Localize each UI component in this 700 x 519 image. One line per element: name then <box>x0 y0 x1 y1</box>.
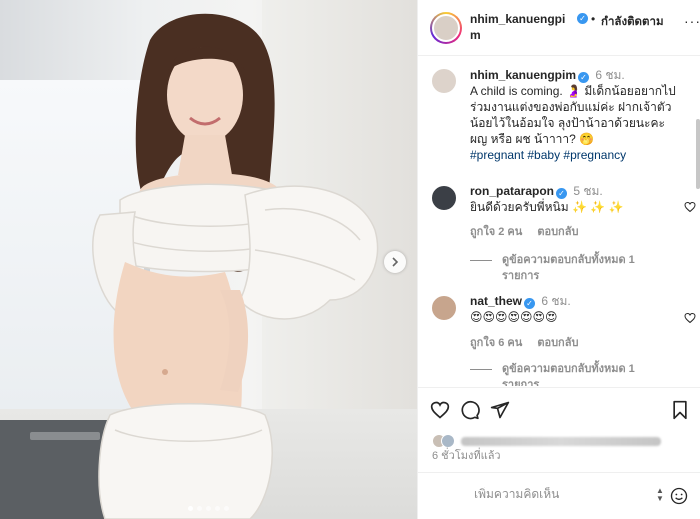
more-options-icon[interactable]: ··· <box>684 13 700 29</box>
comment: nat_thew ✓ 6 ชม. 😍😍😍😍😍😍😍 <box>470 293 680 325</box>
comment-avatar[interactable] <box>430 184 458 212</box>
post-header: nhim_kanuengpim ✓ • กำลังติดตาม ··· <box>418 0 700 56</box>
add-comment-bar: ▲▼ <box>418 472 700 519</box>
view-replies-button[interactable]: ดูข้อความตอบกลับทั้งหมด 1 รายการ <box>470 252 670 284</box>
comment-meta: ถูกใจ 6 คน ตอบกลับ <box>470 333 590 351</box>
comment-likes[interactable]: ถูกใจ 6 คน <box>470 337 522 349</box>
carousel-dots <box>0 506 417 511</box>
post-media[interactable] <box>0 0 417 519</box>
post-dialog: nhim_kanuengpim ✓ • กำลังติดตาม ··· nhim… <box>0 0 700 519</box>
liked-by-text <box>461 436 661 446</box>
caption-time: 6 ชม. <box>595 68 625 82</box>
verified-icon: ✓ <box>556 188 568 199</box>
caption: nhim_kanuengpim ✓ 6 ชม. A child is coming… <box>470 67 680 163</box>
carousel-next-button[interactable] <box>384 251 406 273</box>
post-timestamp[interactable]: 6 ชั่วโมงที่แล้ว <box>432 446 501 464</box>
emoji-icon[interactable] <box>670 487 688 505</box>
comment-text: ยินดีด้วยครับพี่หนิม ✨ ✨ ✨ <box>470 200 624 214</box>
chevron-right-icon <box>392 257 399 267</box>
bookmark-icon[interactable] <box>670 400 690 420</box>
reply-button[interactable]: ตอบกลับ <box>537 226 578 238</box>
caption-avatar[interactable] <box>430 67 458 95</box>
separator-dot: • <box>591 12 596 26</box>
caption-hashtags[interactable]: #pregnant #baby #pregnancy <box>470 148 626 162</box>
heart-icon[interactable] <box>684 312 696 324</box>
comment-text: 😍😍😍😍😍😍😍 <box>470 310 558 324</box>
post-photo <box>92 13 379 519</box>
emoji-picker-toggle[interactable]: ▲ ▼ <box>654 487 666 505</box>
heart-icon[interactable] <box>684 201 696 213</box>
comment-time: 5 ชม. <box>573 184 603 198</box>
verified-icon: ✓ <box>524 298 536 309</box>
verified-icon: ✓ <box>578 72 590 83</box>
view-replies-button[interactable]: ดูข้อความตอบกลับทั้งหมด 1 รายการ <box>470 361 670 386</box>
following-button[interactable]: กำลังติดตาม <box>601 13 664 31</box>
comment-username[interactable]: nat_thew <box>470 294 522 308</box>
scrollbar[interactable] <box>696 119 700 189</box>
heart-icon[interactable] <box>430 400 450 420</box>
share-icon[interactable] <box>490 400 510 420</box>
comment-likes[interactable]: ถูกใจ 2 คน <box>470 226 522 238</box>
carousel-dot <box>188 506 193 511</box>
comment: ron_patarapon ✓ 5 ชม. ยินดีด้วยครับพี่หนิ… <box>470 183 680 215</box>
carousel-dot <box>206 506 211 511</box>
caption-text: A child is coming. 🤰 มีเด็กน้อยอยากไปร่ว… <box>470 84 676 146</box>
comment-avatar[interactable] <box>430 294 458 322</box>
carousel-dot <box>224 506 229 511</box>
comment-time: 6 ชม. <box>541 294 571 308</box>
post-sidebar: nhim_kanuengpim ✓ • กำลังติดตาม ··· nhim… <box>417 0 700 519</box>
comment-input[interactable] <box>474 487 654 501</box>
comments-list[interactable]: nhim_kanuengpim ✓ 6 ชม. A child is coming… <box>418 57 700 386</box>
caption-username[interactable]: nhim_kanuengpim <box>470 68 576 82</box>
carousel-dot <box>197 506 202 511</box>
author-username[interactable]: nhim_kanuengpim <box>470 11 570 43</box>
reply-button[interactable]: ตอบกลับ <box>537 337 578 349</box>
comment-icon[interactable] <box>460 400 480 420</box>
author-avatar[interactable] <box>430 12 462 44</box>
comment-meta: ถูกใจ 2 คน ตอบกลับ <box>470 222 590 240</box>
verified-icon: ✓ <box>577 13 588 24</box>
comment-username[interactable]: ron_patarapon <box>470 184 554 198</box>
carousel-dot <box>215 506 220 511</box>
